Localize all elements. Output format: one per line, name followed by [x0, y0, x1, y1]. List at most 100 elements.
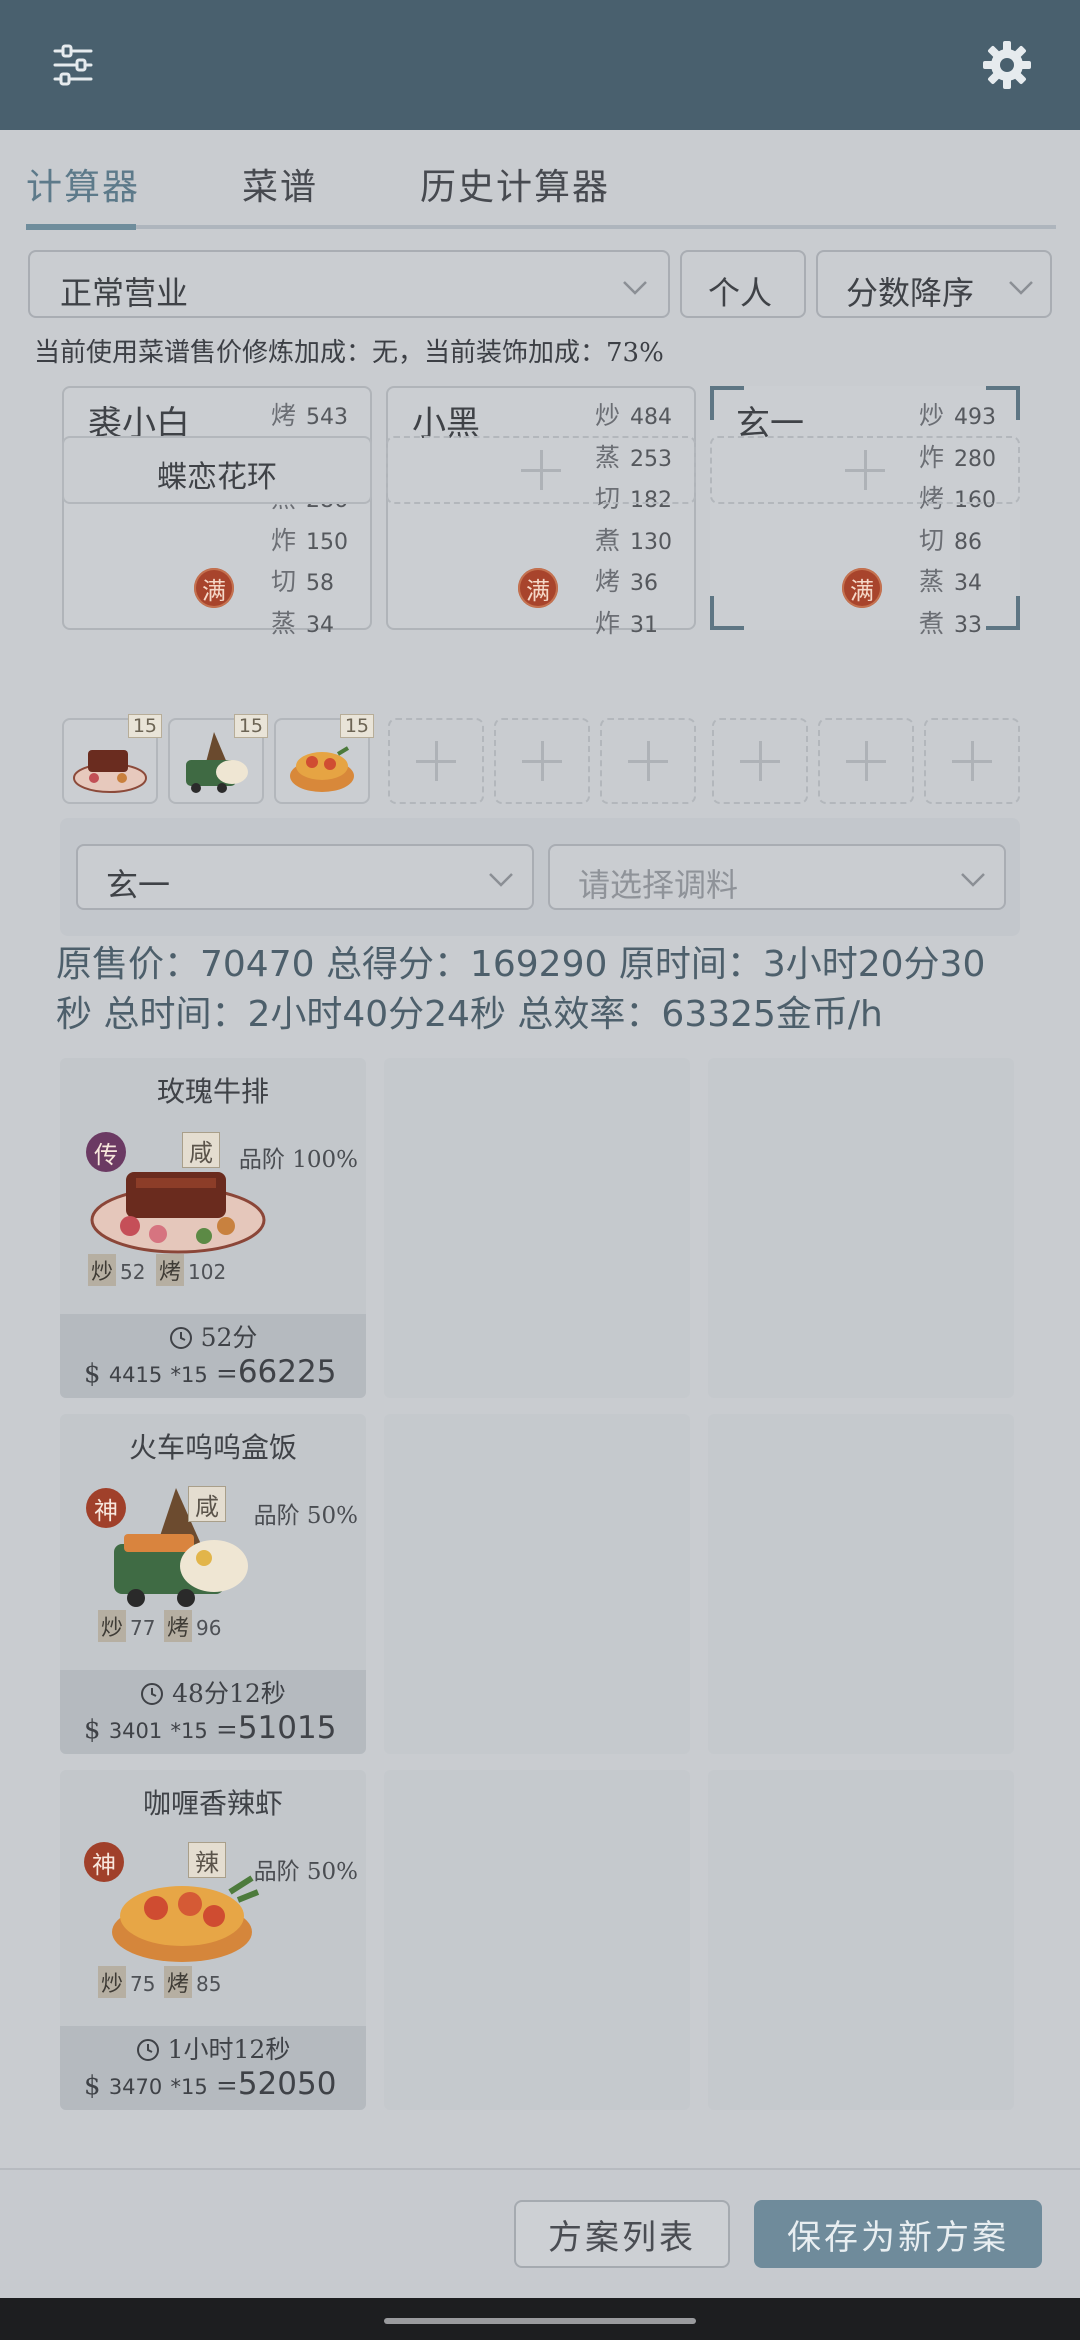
gear-icon[interactable] — [972, 30, 1042, 100]
skill-value: 130 — [630, 529, 672, 555]
plus-icon — [846, 741, 886, 781]
req-type: 炒 — [88, 1254, 117, 1286]
requirement-2: 烤 102 — [156, 1254, 226, 1286]
add-equipment-button[interactable] — [710, 436, 1020, 504]
summary-line-2: 秒 总时间：2小时40分24秒 总效率：63325金币/h — [56, 994, 883, 1035]
dish-grade: 品阶 100% — [238, 1147, 358, 1173]
plus-icon — [952, 741, 992, 781]
quantity: *15 — [170, 2075, 208, 2099]
plus-icon — [845, 450, 885, 490]
cook-time: 1小时12秒 — [60, 2030, 366, 2066]
quantity: *15 — [170, 1363, 208, 1387]
home-indicator[interactable] — [384, 2318, 696, 2324]
empty-dish-card[interactable] — [708, 1414, 1014, 1754]
empty-dish-card[interactable] — [384, 1414, 690, 1754]
add-dish-button[interactable] — [924, 718, 1020, 804]
rarity-badge: 传 — [86, 1132, 126, 1172]
chef-select[interactable]: 玄一 — [76, 844, 534, 910]
tab-calculator[interactable]: 计算器 — [26, 158, 140, 210]
skill-type: 煮 — [594, 525, 620, 555]
req-type: 烤 — [156, 1254, 185, 1286]
cook-time: 52分 — [60, 1318, 366, 1354]
req-type: 烤 — [164, 1610, 193, 1642]
sliders-icon[interactable] — [38, 30, 108, 100]
skill-type: 炸 — [594, 608, 620, 638]
skill-type: 切 — [918, 525, 944, 555]
add-dish-button[interactable] — [600, 718, 696, 804]
equipment-slot-1[interactable]: 蝶恋花环 — [62, 436, 372, 504]
equipment-name: 蝶恋花环 — [157, 460, 277, 495]
add-dish-button[interactable] — [712, 718, 808, 804]
currency-symbol: $ — [84, 1715, 101, 1745]
app-bar — [0, 0, 1080, 130]
dish-slot-1[interactable]: 15 — [62, 714, 162, 804]
add-dish-button[interactable] — [494, 718, 590, 804]
req-value: 85 — [196, 1972, 222, 1996]
price-line: $ 4415 *15 =66225 — [84, 1354, 336, 1390]
dish-card-3[interactable]: 咖喱香辣虾 神 辣 品阶 50% 炒 75 烤 85 1小时12秒 $ 3470 *… — [60, 1770, 366, 2110]
scope-select[interactable]: 个人 — [680, 250, 806, 318]
req-value: 102 — [188, 1260, 227, 1284]
tab-indicator — [26, 224, 136, 230]
skill-type: 烤 — [270, 401, 296, 430]
plus-icon — [416, 741, 456, 781]
dish-name: 咖喱香辣虾 — [142, 1787, 283, 1820]
max-badge: 满 — [842, 568, 882, 608]
dish-card-1[interactable]: 玫瑰牛排 传 咸 品阶 100% 炒 52 烤 102 52分 $ 4415 *15… — [60, 1058, 366, 1398]
empty-dish-card[interactable] — [384, 1058, 690, 1398]
rarity-badge: 神 — [84, 1842, 124, 1882]
dish-count: 15 — [339, 714, 374, 738]
max-badge: 满 — [194, 568, 234, 608]
dish-slot-2[interactable]: 15 — [168, 714, 268, 804]
plus-icon — [628, 741, 668, 781]
total-price: 52050 — [237, 2066, 337, 2102]
chef-skills: 炒 493 炸 280 烤 160 切 86 蒸 34 煮 33 — [919, 396, 996, 645]
unit-price: 4415 — [108, 1363, 163, 1387]
taste-tag: 咸 — [188, 1486, 226, 1522]
cook-time-value: 48分12秒 — [172, 1679, 286, 1708]
skill-type: 炸 — [270, 525, 296, 555]
skill-type: 蒸 — [270, 608, 296, 638]
seasoning-panel: 玄一 请选择调料 — [60, 818, 1020, 936]
chef-card-1[interactable]: 裘小白 烤543 炒319 煮286 炸150 切58 蒸34 满 — [62, 386, 372, 638]
empty-dish-card[interactable] — [708, 1770, 1014, 2110]
plan-list-button[interactable]: 方案列表 — [514, 2200, 730, 2268]
req-type: 烤 — [164, 1966, 193, 1998]
requirement-2: 烤 96 — [164, 1610, 221, 1642]
requirement-2: 烤 85 — [164, 1966, 221, 1998]
skill-type: 烤 — [594, 567, 620, 596]
add-dish-button[interactable] — [818, 718, 914, 804]
empty-dish-card[interactable] — [384, 1770, 690, 2110]
add-dish-button[interactable] — [388, 718, 484, 804]
chef-skills: 烤543 炒319 煮286 炸150 切58 蒸34 — [271, 396, 348, 645]
empty-dish-card[interactable] — [708, 1058, 1014, 1398]
tab-history-calculator[interactable]: 历史计算器 — [420, 158, 610, 210]
save-new-plan-button[interactable]: 保存为新方案 — [754, 2200, 1042, 2268]
clock-icon — [136, 2039, 159, 2061]
req-type: 炒 — [98, 1610, 127, 1642]
mode-select[interactable]: 正常营业 — [28, 250, 670, 318]
skill-value: 58 — [306, 571, 334, 596]
requirement-1: 炒 77 — [98, 1610, 155, 1642]
dish-slot-3[interactable]: 15 — [274, 714, 374, 804]
equals-sign: = — [216, 2071, 238, 2101]
req-value: 75 — [130, 1972, 156, 1996]
skill-type: 蒸 — [918, 567, 944, 596]
sort-select[interactable]: 分数降序 — [816, 250, 1052, 318]
dish-card-2[interactable]: 火车呜呜盒饭 神 咸 品阶 50% 炒 77 烤 96 48分12秒 $ 3401 … — [60, 1414, 366, 1754]
req-value: 77 — [130, 1616, 156, 1640]
dish-grade: 品阶 50% — [253, 1503, 358, 1529]
chef-card-3-selected[interactable]: 玄一 炒 493 炸 280 烤 160 切 86 蒸 34 煮 33 满 — [710, 386, 1020, 638]
tab-recipes[interactable]: 菜谱 — [242, 158, 318, 210]
add-equipment-button[interactable] — [386, 436, 696, 504]
seasoning-select[interactable]: 请选择调料 — [548, 844, 1006, 910]
tab-bar: 计算器 菜谱 历史计算器 — [0, 130, 1080, 230]
dish-count: 15 — [127, 714, 162, 738]
scope-select-value: 个人 — [708, 274, 773, 312]
unit-price: 3470 — [108, 2075, 163, 2099]
dish-name: 玫瑰牛排 — [156, 1075, 269, 1108]
chef-card-2[interactable]: 小黑 炒 484 蒸 253 切 182 煮 130 烤 36 炸 31 满 — [386, 386, 696, 638]
skill-value: 34 — [954, 571, 982, 596]
dish-card-footer: 52分 $ 4415 *15 =66225 — [60, 1314, 366, 1398]
req-value: 52 — [120, 1260, 146, 1284]
